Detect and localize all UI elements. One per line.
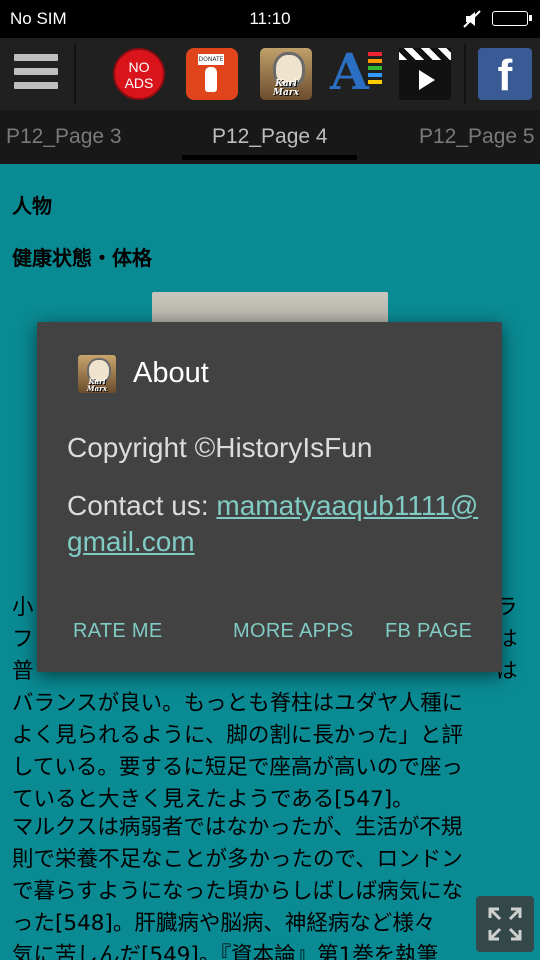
about-dialog: Karl Marx About Copyright ©HistoryIsFun C… [37,322,502,672]
battery-icon [492,11,532,26]
facebook-icon: f [497,51,513,100]
app-icon-caption-2: Marx [86,384,108,393]
active-tab-indicator [182,155,357,160]
paragraph-2: マルクスは病弱者ではなかったが、生活が不規 則で栄養不足なことが多かったので、ロ… [12,812,532,960]
paragraph-line: マルクスは病弱者ではなかったが、生活が不規 [12,815,463,840]
toolbar: NO ADS DONATE Karl Marx A f [0,38,540,110]
no-ads-text-line1: NO [128,59,150,75]
donate-sign: DONATE [198,54,224,65]
fb-page-button[interactable]: FB PAGE [385,620,472,643]
paragraph-line: よく見られるように、脚の割に長かった」と評 [12,723,463,748]
no-ads-text-line2: ADS [124,75,154,91]
hand-icon [205,67,217,92]
paragraph-line: は [496,627,518,652]
paragraph-line: している。要するに短足で座高が高いので座っ [12,755,463,780]
more-apps-button[interactable]: MORE APPS [233,620,354,643]
copyright-text: Copyright ©HistoryIsFun [67,432,373,463]
clock: 11:10 [249,9,291,28]
donate-button[interactable]: DONATE [186,48,238,100]
expand-icon [488,907,522,941]
tab-page-3[interactable]: P12_Page 3 [6,125,122,149]
paragraph-line: 気に苦しんだ[549]。『資本論』第1巻を執筆 [12,943,439,960]
tab-page-4[interactable]: P12_Page 4 [212,125,328,149]
play-icon [419,70,435,90]
contact-label: Contact us: [67,490,217,521]
paragraph-1-right-edge: ラ は は [496,592,536,688]
paragraph-line: で暮らすようになった頃からしばしば病気にな [12,879,464,904]
status-bar: No SIM 11:10 [0,0,540,38]
mute-icon [463,10,481,28]
section-heading: 人物 [12,194,52,218]
paragraph-line: った[548]。肝臓病や脳病、神経病など様々 [12,911,436,936]
fullscreen-button[interactable] [476,896,534,952]
page-tabs: P12_Page 3 P12_Page 4 P12_Page 5 [0,110,540,164]
no-ads-button[interactable]: NO ADS [113,48,165,100]
subsection-heading: 健康状態・体格 [12,246,152,270]
clapperboard-icon [399,48,451,60]
toolbar-divider [74,44,76,104]
letter-a-icon: A [330,42,369,101]
color-bars-icon [368,52,382,87]
contact-line: Contact us: mamatyaaqub1111@gmail.com [67,488,482,560]
font-app-button[interactable]: A [330,42,382,101]
rate-me-button[interactable]: RATE ME [73,620,163,643]
marx-caption-2: Marx [273,88,299,98]
dialog-message: Copyright ©HistoryIsFun Contact us: mama… [67,430,482,582]
app-icon: Karl Marx [78,355,116,393]
paragraph-line: 則で栄養不足なことが多かったので、ロンドン [12,847,463,872]
paragraph-line: バランスが良い。もっとも脊柱はユダヤ人種に [12,691,464,716]
facebook-button[interactable]: f [478,48,532,100]
toolbar-divider [464,44,466,104]
dialog-title: About [133,357,209,389]
paragraph-line: ラ [496,595,518,620]
karl-marx-app-button[interactable]: Karl Marx [260,48,312,100]
paragraph-line: は [496,659,518,684]
video-app-button[interactable] [399,48,451,100]
menu-icon[interactable] [14,54,58,94]
tab-page-5[interactable]: P12_Page 5 [419,125,535,149]
